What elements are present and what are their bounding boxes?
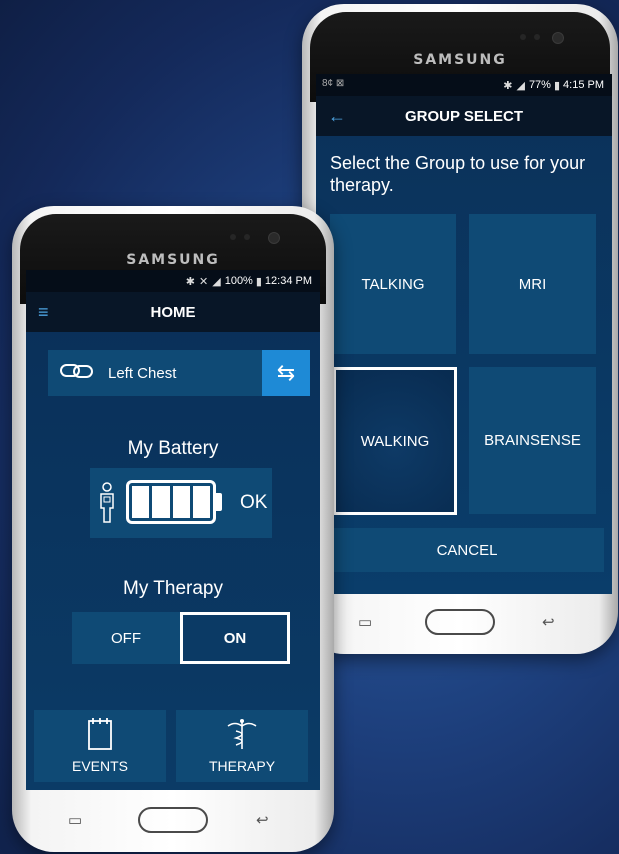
therapy-toggle: OFF ON: [72, 612, 290, 664]
status-bar: ✱ ✕ ◢ 100% ▮ 12:34 PM: [26, 270, 320, 292]
battery-percent: 100%: [224, 275, 253, 287]
app-bar: ← GROUP SELECT: [316, 96, 612, 136]
recent-apps-icon[interactable]: ▭: [68, 811, 82, 829]
signal-icon: ◢: [516, 79, 525, 92]
group-button-mri[interactable]: MRI: [469, 214, 596, 354]
battery-gauge: [126, 480, 216, 524]
page-title: HOME: [150, 303, 196, 321]
camera-icon: [268, 232, 280, 244]
battery-segment: [152, 486, 170, 518]
back-nav-icon[interactable]: ↩: [542, 613, 555, 631]
events-button[interactable]: EVENTS: [34, 710, 166, 782]
battery-segment: [192, 486, 210, 518]
back-screen: 8¢ ⊠ ✱ ◢ 77% ▮ 4:15 PM ← GROUP SELECT Se…: [316, 74, 612, 594]
camera-icon: [552, 32, 564, 44]
battery-segment: [132, 486, 150, 518]
front-phone: SAMSUNG ✱ ✕ ◢ 100% ▮ 12:34 PM ≡ HOME Lef…: [12, 206, 334, 852]
person-icon: [98, 482, 116, 529]
signal-icon: ◢: [212, 275, 221, 288]
phone-chin: ▭ ↩: [302, 590, 618, 654]
sensor-icon: [534, 34, 540, 40]
back-arrow-icon[interactable]: ←: [328, 106, 346, 127]
battery-icon: ▮: [255, 275, 262, 288]
battery-title: My Battery: [127, 438, 219, 459]
status-notifications: 8¢ ⊠: [322, 78, 345, 89]
therapy-on-button[interactable]: ON: [180, 612, 290, 664]
calendar-icon: [87, 717, 113, 754]
home-button[interactable]: [425, 609, 495, 635]
bluetooth-icon: ✱: [503, 79, 513, 92]
device-location-label: Left Chest: [108, 364, 177, 382]
phone-chin: ▭ ↩: [12, 788, 334, 852]
group-button-brainsense[interactable]: BRAINSENSE: [469, 367, 596, 514]
events-label: EVENTS: [71, 758, 128, 774]
status-time: 12:34 PM: [264, 275, 312, 287]
group-select-prompt: Select the Group to use for your therapy…: [330, 153, 586, 195]
sensor-icon: [244, 234, 250, 240]
battery-indicator: OK: [90, 468, 272, 538]
battery-segment: [172, 486, 190, 518]
app-bar: ≡ HOME: [26, 292, 320, 332]
brand-logo: SAMSUNG: [413, 52, 507, 68]
battery-tip: [216, 493, 222, 511]
link-icon: [60, 362, 94, 384]
battery-status: OK: [240, 492, 268, 513]
group-button-walking[interactable]: WALKING: [333, 367, 457, 515]
hamburger-menu-icon[interactable]: ≡: [38, 302, 49, 323]
bluetooth-icon: ✱: [185, 275, 196, 288]
therapy-title: My Therapy: [123, 578, 223, 599]
battery-percent: 77%: [528, 79, 551, 91]
therapy-off-button[interactable]: OFF: [72, 612, 180, 664]
brand-logo: SAMSUNG: [126, 252, 220, 268]
therapy-label: THERAPY: [208, 758, 276, 774]
sensor-icon: [520, 34, 526, 40]
status-bar: 8¢ ⊠ ✱ ◢ 77% ▮ 4:15 PM: [316, 74, 612, 96]
mute-icon: ✕: [199, 275, 209, 288]
home-button[interactable]: [138, 807, 208, 833]
front-screen: ✱ ✕ ◢ 100% ▮ 12:34 PM ≡ HOME Left Chest …: [26, 270, 320, 790]
swap-icon[interactable]: ⇆: [262, 350, 310, 396]
cancel-button[interactable]: CANCEL: [330, 528, 604, 572]
device-location-bar[interactable]: Left Chest ⇆: [48, 350, 310, 396]
sensor-icon: [230, 234, 236, 240]
back-nav-icon[interactable]: ↩: [256, 811, 269, 829]
caduceus-icon: [225, 717, 259, 754]
battery-icon: ▮: [553, 79, 561, 92]
therapy-button[interactable]: THERAPY: [176, 710, 308, 782]
back-phone: SAMSUNG 8¢ ⊠ ✱ ◢ 77% ▮ 4:15 PM ← GROUP S…: [302, 4, 618, 654]
status-time: 4:15 PM: [563, 79, 604, 91]
group-button-talking[interactable]: TALKING: [330, 214, 456, 354]
recent-apps-icon[interactable]: ▭: [358, 613, 372, 631]
page-title: GROUP SELECT: [404, 107, 524, 125]
